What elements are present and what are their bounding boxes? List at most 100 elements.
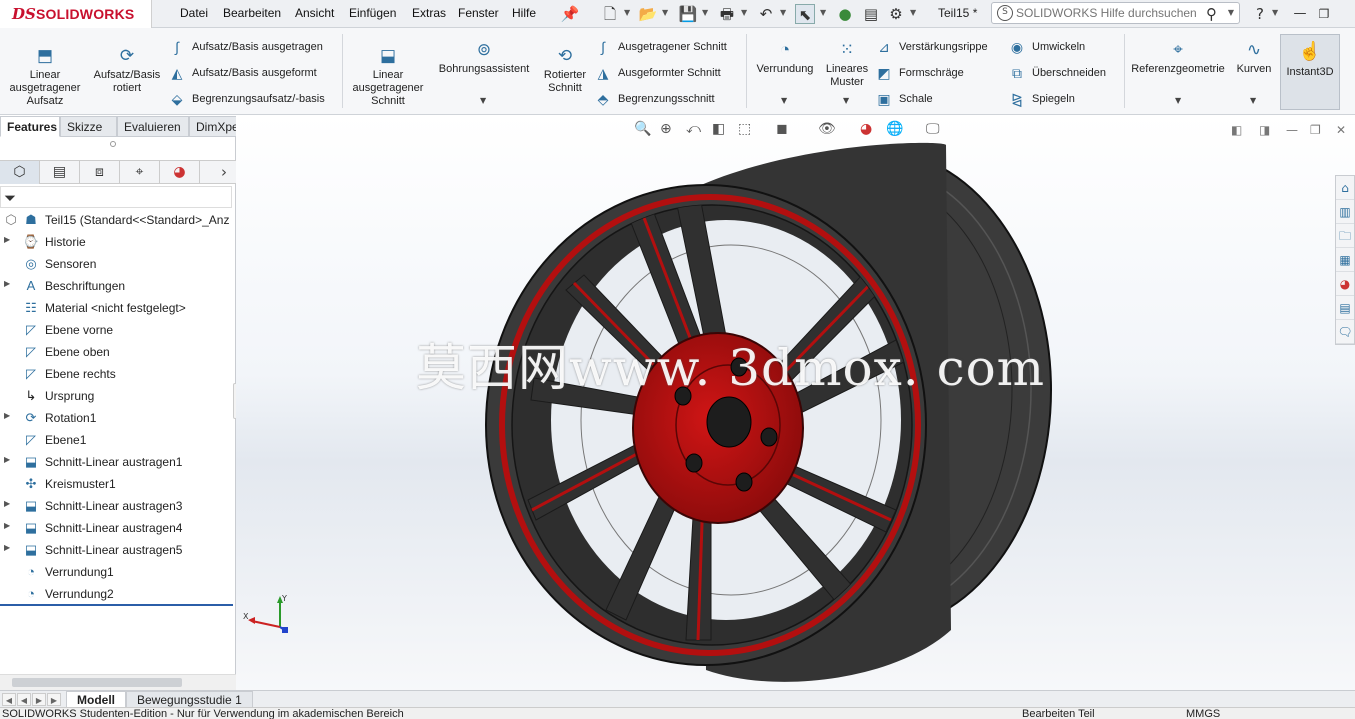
wheel-rim-model[interactable] [476, 140, 1066, 692]
extrude-cut-button[interactable]: ⬓ Linear ausgetragener Schnitt [346, 46, 430, 108]
property-manager-tab-icon[interactable]: ▤ [40, 161, 80, 184]
save-icon[interactable]: 💾 [678, 4, 698, 24]
panel-grip-handle[interactable] [110, 141, 116, 147]
menu-file[interactable]: Datei [180, 6, 208, 20]
curves-dropdown-icon[interactable]: ▼ [1250, 96, 1256, 105]
pin-icon[interactable]: 📌 [560, 4, 580, 24]
menu-edit[interactable]: Bearbeiten [223, 6, 281, 20]
tree-item-cut-extrude3[interactable]: ▶ ⬓ Schnitt-Linear austragen3 [0, 495, 236, 517]
expand-arrow-icon[interactable]: ▶ [4, 235, 10, 244]
hole-wizard-dropdown-icon[interactable]: ▼ [480, 96, 486, 105]
menu-window[interactable]: Fenster [458, 6, 499, 20]
status-units[interactable]: MMGS [1186, 708, 1220, 719]
search-icon[interactable]: ⚲ [1206, 5, 1217, 23]
tab-sketch[interactable]: Skizze [60, 116, 117, 137]
rebuild-traffic-light-icon[interactable]: ● [835, 4, 855, 24]
lofted-cut-button[interactable]: ◮ Ausgeformter Schnitt [594, 64, 721, 82]
expand-arrow-icon[interactable]: ▶ [4, 455, 10, 464]
tree-item-origin[interactable]: ↳ Ursprung [0, 385, 236, 407]
view-orientation-icon[interactable]: ⬚ [738, 121, 751, 137]
section-view-icon[interactable]: ◧ [712, 121, 725, 137]
undo-dropdown-icon[interactable]: ▼ [780, 8, 786, 17]
tree-item-cut-extrude5[interactable]: ▶ ⬓ Schnitt-Linear austragen5 [0, 539, 236, 561]
boundary-boss-button[interactable]: ⬙ Begrenzungsaufsatz/-basis [168, 90, 325, 108]
options-dropdown-icon[interactable]: ▼ [910, 8, 916, 17]
filter-funnel-icon[interactable]: ⏷ [4, 189, 16, 207]
menu-insert[interactable]: Einfügen [349, 6, 396, 20]
mirror-button[interactable]: ⧎ Spiegeln [1008, 90, 1075, 108]
print-icon[interactable]: 🖶 [717, 4, 737, 24]
help-question-icon[interactable]: ? [1250, 4, 1270, 24]
scrollbar-thumb[interactable] [12, 678, 182, 687]
previous-view-icon[interactable]: ⤺ [686, 121, 701, 137]
solidworks-resources-icon[interactable]: ⌂ [1336, 176, 1354, 200]
menu-help[interactable]: Hilfe [512, 6, 536, 20]
tree-item-fillet2[interactable]: ◔ Verrundung2 [0, 583, 236, 605]
tree-item-annotations[interactable]: ▶ A Beschriftungen [0, 275, 236, 297]
menu-view[interactable]: Ansicht [295, 6, 334, 20]
rollback-bar[interactable] [0, 604, 233, 606]
intersect-button[interactable]: ⧉ Überschneiden [1008, 64, 1106, 82]
viewport-minimize-icon[interactable]: — [1286, 123, 1298, 137]
tab-evaluate[interactable]: Evaluieren [117, 116, 189, 137]
tab-last-icon[interactable]: ▶ [47, 693, 61, 706]
display-manager-tab-icon[interactable]: ◕ [160, 161, 200, 184]
tree-item-plane1[interactable]: ◸ Ebene1 [0, 429, 236, 451]
help-search-input[interactable] [1016, 5, 1206, 21]
tab-motion-study-1[interactable]: Bewegungsstudie 1 [126, 691, 253, 708]
reference-geometry-dropdown-icon[interactable]: ▼ [1175, 96, 1181, 105]
tab-model[interactable]: Modell [66, 691, 126, 708]
tree-item-revolve1[interactable]: ▶ ⟳ Rotation1 [0, 407, 236, 429]
tree-item-front-plane[interactable]: ◸ Ebene vorne [0, 319, 236, 341]
expand-arrow-icon[interactable]: ▶ [4, 279, 10, 288]
extrude-boss-button[interactable]: ⬒ Linear ausgetragener Aufsatz [4, 46, 86, 108]
fillet-dropdown-icon[interactable]: ▼ [781, 96, 787, 105]
open-dropdown-icon[interactable]: ▼ [662, 8, 668, 17]
apply-scene-icon[interactable]: 🌐 [886, 121, 903, 137]
select-dropdown-icon[interactable]: ▼ [820, 8, 826, 17]
lofted-boss-button[interactable]: ◭ Aufsatz/Basis ausgeformt [168, 64, 317, 82]
tree-item-history[interactable]: ▶ ⌚ Historie [0, 231, 236, 253]
tree-item-fillet1[interactable]: ◔ Verrundung1 [0, 561, 236, 583]
view-settings-icon[interactable]: 🖵 [926, 121, 940, 137]
rib-button[interactable]: ⊿ Verstärkungsrippe [875, 38, 988, 56]
tree-item-cut-extrude1[interactable]: ▶ ⬓ Schnitt-Linear austragen1 [0, 451, 236, 473]
tree-item-right-plane[interactable]: ◸ Ebene rechts [0, 363, 236, 385]
tree-item-circular-pattern1[interactable]: ✣ Kreismuster1 [0, 473, 236, 495]
custom-properties-icon[interactable]: ▤ [1336, 296, 1354, 320]
tree-item-cut-extrude4[interactable]: ▶ ⬓ Schnitt-Linear austragen4 [0, 517, 236, 539]
save-dropdown-icon[interactable]: ▼ [702, 8, 708, 17]
tab-next-icon[interactable]: ▶ [32, 693, 46, 706]
swept-boss-button[interactable]: ∫ Aufsatz/Basis ausgetragen [168, 38, 323, 56]
restore-window-icon[interactable]: ❐ [1314, 4, 1334, 24]
instant3d-toggle[interactable]: ☝ Instant3D [1280, 34, 1340, 110]
appearances-icon[interactable]: ◕ [1336, 272, 1354, 296]
viewport-tile-right-icon[interactable]: ◨ [1259, 123, 1270, 137]
hide-show-items-icon[interactable]: 👁 [818, 121, 836, 137]
boundary-cut-button[interactable]: ⬘ Begrenzungsschnitt [594, 90, 715, 108]
expand-arrow-icon[interactable]: ▶ [4, 543, 10, 552]
tree-item-top-plane[interactable]: ◸ Ebene oben [0, 341, 236, 363]
undo-icon[interactable]: ↶ [756, 4, 776, 24]
expand-arrow-icon[interactable]: ▶ [4, 411, 10, 420]
revolve-boss-button[interactable]: ⟳ Aufsatz/Basis rotiert [90, 46, 164, 95]
view-palette-icon[interactable]: ▦ [1336, 248, 1354, 272]
tab-features[interactable]: Features [0, 116, 60, 137]
dimxpert-manager-tab-icon[interactable]: ⌖ [120, 161, 160, 184]
options-gear-icon[interactable]: ⚙ [886, 4, 906, 24]
reference-geometry-button[interactable]: ⌖ Referenzgeometrie [1128, 40, 1228, 76]
linear-pattern-button[interactable]: ⁙ Lineares Muster [822, 40, 872, 89]
minimize-window-icon[interactable]: — [1290, 4, 1310, 24]
draft-button[interactable]: ◩ Formschräge [875, 64, 963, 82]
tree-horizontal-scrollbar[interactable] [0, 674, 236, 690]
new-dropdown-icon[interactable]: ▼ [624, 8, 630, 17]
curves-button[interactable]: ∿ Kurven [1232, 40, 1276, 76]
open-folder-icon[interactable]: 📂 [638, 4, 658, 24]
revolve-cut-button[interactable]: ⟲ Rotierter Schnitt [538, 46, 592, 95]
fillet-button[interactable]: ◔ Verrundung [750, 40, 820, 76]
expand-arrow-icon[interactable]: ▶ [4, 499, 10, 508]
feature-tree-tab-icon[interactable]: ⬡ [0, 161, 40, 184]
help-search-box[interactable]: S ⚲ ▼ [991, 2, 1240, 24]
file-properties-icon[interactable]: ▤ [861, 4, 881, 24]
graphics-area[interactable]: 🔍 ⊕ ⤺ ◧ ⬚ ◼ 👁 ◕ 🌐 🖵 ◧ ◨ — ❐ ✕ ⌂ ▥ 🗀 ▦ ◕ … [236, 115, 1355, 692]
